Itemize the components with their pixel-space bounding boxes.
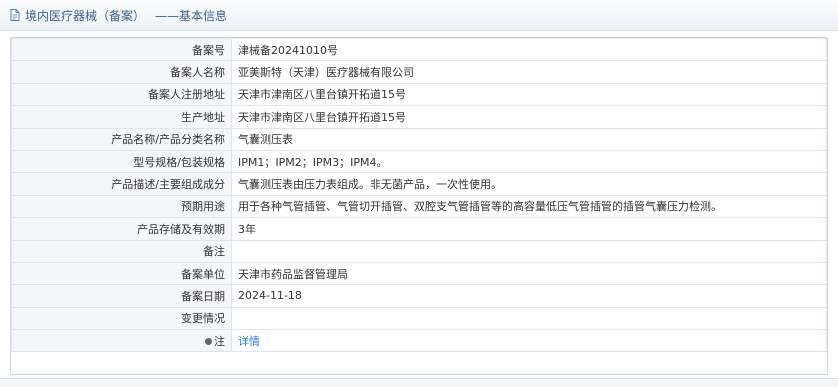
- table-row: 备案号 津械备20241010号: [11, 37, 827, 62]
- field-label: 备案人名称: [11, 60, 232, 84]
- field-label: 产品名称/产品分类名称: [11, 127, 232, 151]
- field-label: 变更情况: [11, 306, 232, 331]
- table-row-note: 注详情: [11, 329, 827, 353]
- note-value-cell: 详情: [231, 329, 827, 353]
- bullet-icon: [205, 338, 212, 346]
- field-label: 预期用途: [11, 194, 232, 219]
- document-icon: [8, 8, 22, 22]
- info-table: 备案号 津械备20241010号 备案人名称 亚美斯特（天津）医疗器械有限公司 备案人注…: [11, 37, 827, 353]
- table-row: 备案单位 天津市药品监督管理局: [11, 261, 827, 286]
- field-value: 3年: [231, 217, 827, 241]
- table-row: 产品描述/主要组成成分 气囊测压表由压力表组成。非无菌产品，一次性使用。: [11, 172, 827, 196]
- field-label: 备案人注册地址: [11, 82, 232, 107]
- field-value: 气囊测压表由压力表组成。非无菌产品，一次性使用。: [231, 172, 827, 196]
- table-row: 产品存储及有效期 3年: [11, 217, 827, 241]
- page-header: 境内医疗器械（备案） ——基本信息: [0, 0, 838, 31]
- table-row: 备案人名称 亚美斯特（天津）医疗器械有限公司: [11, 60, 827, 84]
- field-value: IPM1；IPM2；IPM3；IPM4。: [231, 149, 827, 174]
- page-title: 境内医疗器械（备案）: [25, 8, 146, 23]
- info-panel: 备案号 津械备20241010号 备案人名称 亚美斯特（天津）医疗器械有限公司 备案人注…: [10, 37, 828, 375]
- table-row: 生产地址 天津市津南区八里台镇开拓道15号: [11, 105, 827, 129]
- field-value: [231, 306, 827, 331]
- field-label: 型号规格/包装规格: [11, 149, 232, 174]
- table-row: 产品名称/产品分类名称 气囊测压表: [11, 127, 827, 151]
- table-row: 备案日期 2024-11-18: [11, 284, 827, 308]
- field-value: 天津市津南区八里台镇开拓道15号: [231, 82, 827, 107]
- field-label: 备案单位: [11, 261, 232, 286]
- detail-link[interactable]: 详情: [238, 335, 260, 348]
- table-row: 备注: [11, 239, 827, 263]
- table-row: 型号规格/包装规格 IPM1；IPM2；IPM3；IPM4。: [11, 149, 827, 174]
- table-row: 变更情况: [11, 306, 827, 331]
- field-value: [231, 239, 827, 263]
- field-label: 产品存储及有效期: [11, 217, 232, 241]
- field-label: 备注: [11, 239, 232, 263]
- field-label: 生产地址: [11, 105, 232, 129]
- field-value: 用于各种气管插管、气管切开插管、双腔支气管插管等的高容量低压气管插管的插管气囊压…: [231, 194, 827, 219]
- note-label-cell: 注: [11, 329, 232, 353]
- page-subtitle: ——基本信息: [155, 8, 228, 23]
- note-label: 注: [214, 334, 225, 348]
- table-row: 预期用途 用于各种气管插管、气管切开插管、双腔支气管插管等的高容量低压气管插管的插…: [11, 194, 827, 219]
- table-row: 备案人注册地址 天津市津南区八里台镇开拓道15号: [11, 82, 827, 107]
- field-value: 天津市津南区八里台镇开拓道15号: [231, 105, 827, 129]
- field-value: 津械备20241010号: [231, 37, 827, 62]
- field-label: 产品描述/主要组成成分: [11, 172, 232, 196]
- field-label: 备案日期: [11, 284, 232, 308]
- field-label: 备案号: [11, 37, 232, 62]
- field-value: 天津市药品监督管理局: [231, 261, 827, 286]
- field-value: 亚美斯特（天津）医疗器械有限公司: [231, 60, 827, 84]
- field-value: 气囊测压表: [231, 127, 827, 151]
- field-value: 2024-11-18: [231, 284, 827, 308]
